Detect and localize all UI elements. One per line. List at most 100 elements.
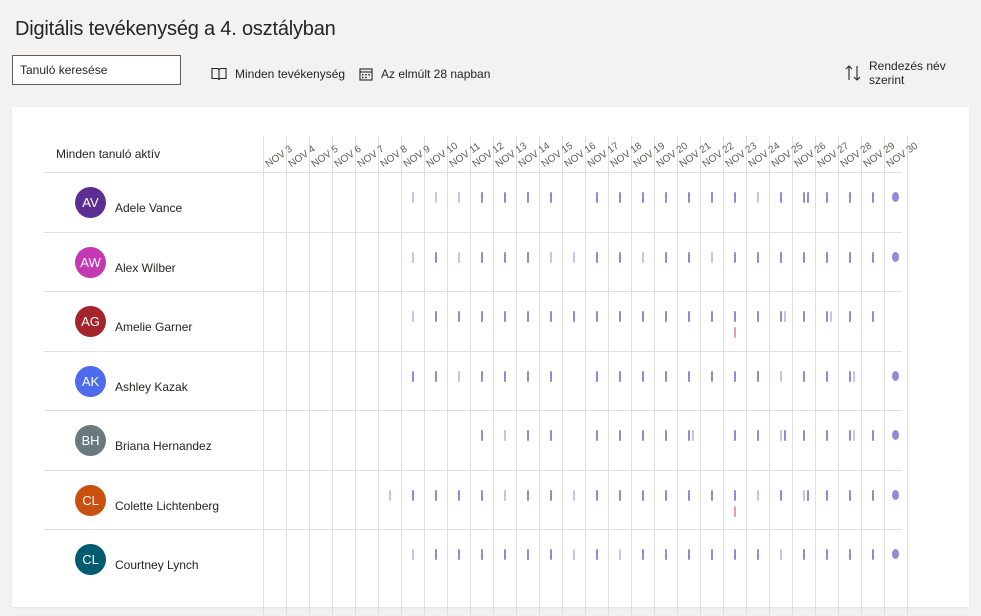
activity-mark[interactable]	[803, 430, 805, 441]
activity-mark[interactable]	[619, 370, 621, 382]
activity-mark[interactable]	[665, 192, 667, 203]
activity-mark[interactable]	[412, 251, 414, 263]
activity-mark[interactable]	[504, 251, 506, 263]
student-name[interactable]: Courtney Lynch	[115, 558, 199, 572]
activity-mark[interactable]	[872, 489, 874, 501]
activity-mark[interactable]	[435, 192, 437, 203]
activity-mark[interactable]	[757, 192, 759, 203]
alert-mark[interactable]	[734, 327, 736, 338]
activity-mark[interactable]	[412, 549, 414, 560]
activity-mark[interactable]	[412, 370, 414, 382]
activity-mark[interactable]	[573, 489, 575, 501]
activity-mark[interactable]	[688, 549, 690, 560]
student-row[interactable]: AV Adele Vance	[12, 172, 969, 231]
activity-mark[interactable]	[435, 489, 437, 501]
activity-mark[interactable]	[596, 549, 598, 560]
alert-mark[interactable]	[734, 505, 736, 517]
activity-mark[interactable]	[596, 430, 598, 441]
activity-dot[interactable]	[892, 251, 899, 262]
activity-mark[interactable]	[389, 489, 391, 501]
activity-mark[interactable]	[826, 549, 828, 560]
activity-mark[interactable]	[596, 251, 598, 263]
activity-mark[interactable]	[780, 430, 782, 441]
activity-mark[interactable]	[504, 430, 506, 441]
student-name[interactable]: Colette Lichtenberg	[115, 499, 219, 513]
activity-mark[interactable]	[826, 370, 828, 382]
student-row[interactable]: AG Amelie Garner	[12, 291, 969, 350]
activity-mark[interactable]	[481, 549, 483, 560]
student-row[interactable]: BH Briana Hernandez	[12, 410, 969, 469]
activity-mark[interactable]	[527, 192, 529, 203]
activity-mark[interactable]	[688, 311, 690, 322]
activity-mark[interactable]	[642, 370, 644, 382]
activity-mark[interactable]	[412, 489, 414, 501]
activity-mark[interactable]	[872, 311, 874, 322]
activity-mark[interactable]	[642, 311, 644, 322]
activity-mark[interactable]	[596, 489, 598, 501]
activity-mark[interactable]	[619, 549, 621, 560]
activity-mark[interactable]	[504, 489, 506, 501]
activity-mark[interactable]	[853, 430, 855, 441]
activity-mark[interactable]	[481, 192, 483, 203]
student-name[interactable]: Amelie Garner	[115, 320, 192, 334]
activity-mark[interactable]	[734, 192, 736, 203]
activity-mark[interactable]	[692, 430, 694, 441]
activity-dot[interactable]	[892, 549, 899, 559]
activity-mark[interactable]	[481, 489, 483, 501]
activity-mark[interactable]	[757, 489, 759, 501]
activity-mark[interactable]	[849, 251, 851, 263]
activity-mark[interactable]	[619, 430, 621, 441]
activity-mark[interactable]	[780, 489, 782, 501]
activity-mark[interactable]	[481, 251, 483, 263]
activity-mark[interactable]	[853, 370, 855, 382]
activity-mark[interactable]	[803, 311, 805, 322]
activity-mark[interactable]	[872, 549, 874, 560]
activity-mark[interactable]	[458, 192, 460, 203]
student-search-input[interactable]	[12, 55, 181, 85]
activity-dot[interactable]	[892, 430, 899, 440]
activity-mark[interactable]	[757, 311, 759, 322]
activity-mark[interactable]	[458, 549, 460, 560]
activity-mark[interactable]	[849, 311, 851, 322]
activity-mark[interactable]	[711, 311, 713, 322]
activity-dot[interactable]	[892, 489, 899, 500]
activity-mark[interactable]	[481, 370, 483, 382]
activity-mark[interactable]	[665, 311, 667, 322]
activity-mark[interactable]	[757, 370, 759, 382]
activity-mark[interactable]	[458, 251, 460, 263]
activity-mark[interactable]	[550, 192, 552, 203]
activity-mark[interactable]	[734, 251, 736, 263]
activity-mark[interactable]	[734, 549, 736, 560]
activity-mark[interactable]	[803, 549, 805, 560]
activity-mark[interactable]	[826, 192, 828, 203]
activity-mark[interactable]	[872, 251, 874, 263]
activity-mark[interactable]	[849, 549, 851, 560]
activity-mark[interactable]	[527, 549, 529, 560]
activity-dot[interactable]	[892, 370, 899, 381]
activity-mark[interactable]	[550, 311, 552, 322]
activity-mark[interactable]	[527, 251, 529, 263]
activity-mark[interactable]	[826, 430, 828, 441]
activity-mark[interactable]	[665, 430, 667, 441]
activity-mark[interactable]	[872, 430, 874, 441]
activity-mark[interactable]	[573, 251, 575, 263]
activity-mark[interactable]	[619, 311, 621, 322]
activity-mark[interactable]	[711, 489, 713, 501]
activity-mark[interactable]	[458, 370, 460, 382]
activity-mark[interactable]	[807, 489, 809, 501]
activity-mark[interactable]	[527, 370, 529, 382]
sort-by-name-button[interactable]: Rendezés név szerint	[845, 59, 981, 87]
activity-mark[interactable]	[734, 489, 736, 501]
activity-mark[interactable]	[780, 251, 782, 263]
activity-mark[interactable]	[849, 192, 851, 203]
activity-mark[interactable]	[711, 192, 713, 203]
activity-mark[interactable]	[711, 370, 713, 382]
activity-mark[interactable]	[784, 430, 786, 441]
activity-mark[interactable]	[665, 489, 667, 501]
activity-mark[interactable]	[619, 489, 621, 501]
activity-mark[interactable]	[734, 370, 736, 382]
activity-mark[interactable]	[573, 311, 575, 322]
activity-mark[interactable]	[803, 370, 805, 382]
activity-mark[interactable]	[849, 430, 851, 441]
activity-mark[interactable]	[711, 549, 713, 560]
